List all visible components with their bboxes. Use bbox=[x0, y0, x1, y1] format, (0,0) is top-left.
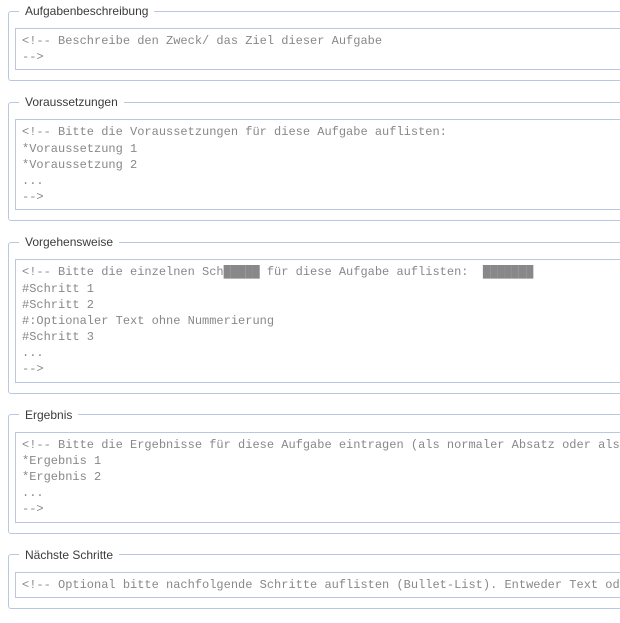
content-ergebnis[interactable]: <!-- Bitte die Ergebnisse für diese Aufg… bbox=[15, 432, 620, 523]
legend-aufgabenbeschreibung: Aufgabenbeschreibung bbox=[19, 4, 154, 18]
content-aufgabenbeschreibung[interactable]: <!-- Beschreibe den Zweck/ das Ziel dies… bbox=[15, 28, 620, 70]
section-naechste-schritte: Nächste Schritte <!-- Optional bitte nac… bbox=[8, 548, 620, 609]
content-voraussetzungen[interactable]: <!-- Bitte die Voraussetzungen für diese… bbox=[15, 119, 620, 210]
section-ergebnis: Ergebnis <!-- Bitte die Ergebnisse für d… bbox=[8, 408, 620, 534]
legend-voraussetzungen: Voraussetzungen bbox=[19, 95, 124, 109]
legend-vorgehensweise: Vorgehensweise bbox=[19, 235, 119, 249]
content-naechste-schritte[interactable]: <!-- Optional bitte nachfolgende Schritt… bbox=[15, 572, 620, 598]
section-voraussetzungen: Voraussetzungen <!-- Bitte die Vorausset… bbox=[8, 95, 620, 221]
legend-naechste-schritte: Nächste Schritte bbox=[19, 548, 119, 562]
section-vorgehensweise: Vorgehensweise <!-- Bitte die einzelnen … bbox=[8, 235, 620, 393]
legend-ergebnis: Ergebnis bbox=[19, 408, 78, 422]
content-vorgehensweise[interactable]: <!-- Bitte die einzelnen Sch█████ für di… bbox=[15, 259, 620, 382]
section-aufgabenbeschreibung: Aufgabenbeschreibung <!-- Beschreibe den… bbox=[8, 4, 620, 81]
